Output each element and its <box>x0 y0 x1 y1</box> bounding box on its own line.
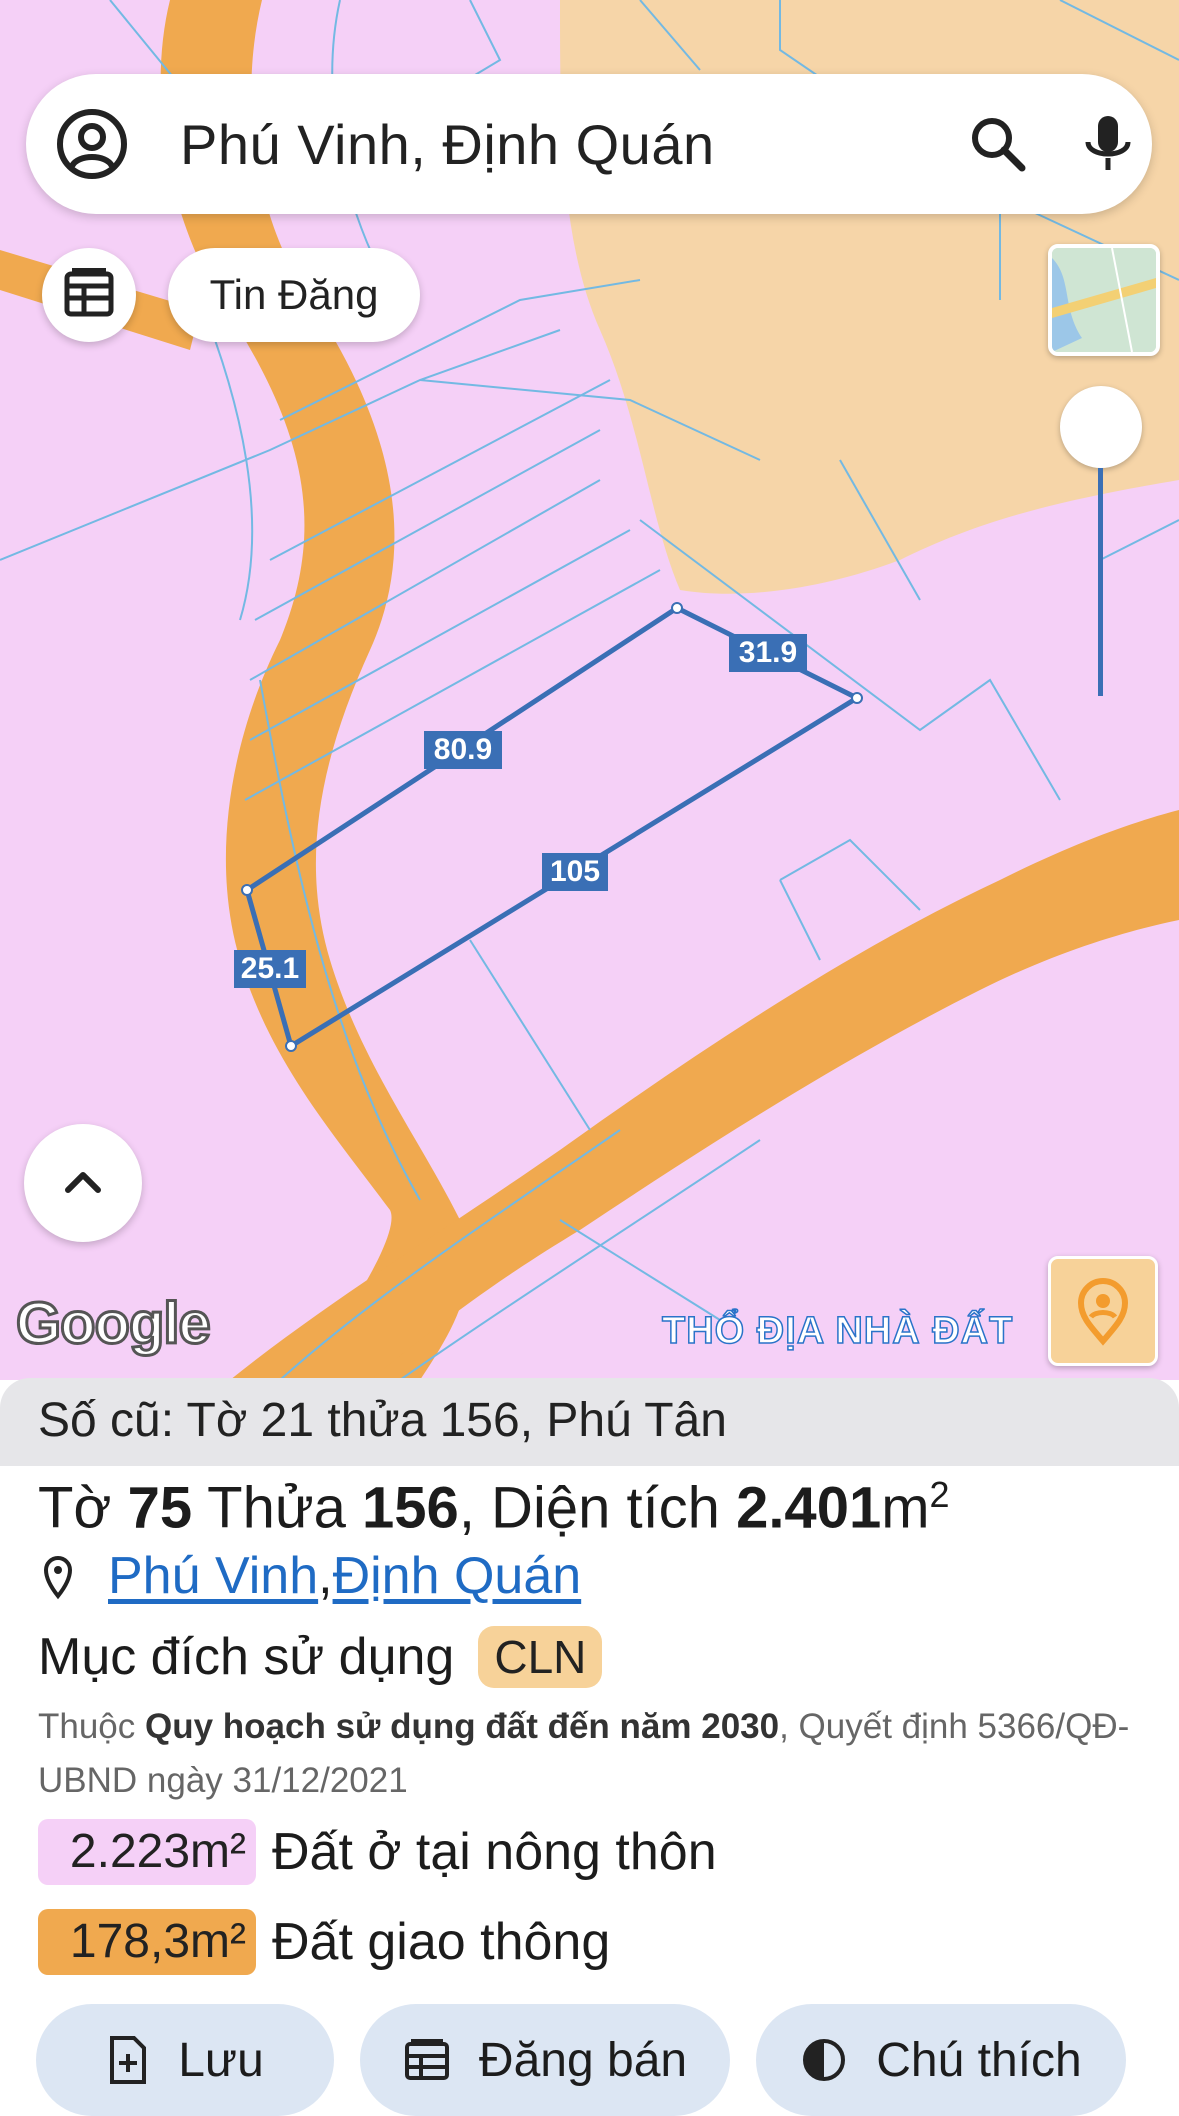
legend-button[interactable]: Chú thích <box>756 2004 1126 2116</box>
land-use-area: 178,3m² <box>38 1909 256 1975</box>
land-use-area: 2.223m² <box>38 1819 256 1885</box>
parcel-title: Tờ 75 Thửa 156, Diện tích 2.401m2 <box>38 1474 950 1541</box>
account-icon[interactable] <box>56 108 128 180</box>
land-use-row: 2.223m² Đất ở tại nông thôn <box>38 1818 717 1886</box>
location-pin-icon <box>1077 1278 1129 1346</box>
district-link[interactable]: Định Quán <box>333 1546 582 1606</box>
edge-label-25-1: 25.1 <box>234 950 306 988</box>
map-view[interactable]: 80.9 31.9 105 25.1 Phú Vinh, Định Quán T… <box>0 0 1179 1380</box>
legend-label: Chú thích <box>876 2033 1082 2087</box>
land-use-label: Đất ở tại nông thôn <box>272 1823 717 1881</box>
my-location-button[interactable] <box>1048 1256 1158 1366</box>
planning-prefix: Thuộc <box>38 1707 145 1746</box>
usage-code-badge: CLN <box>478 1626 603 1688</box>
google-logo: Google <box>15 1290 213 1358</box>
search-query[interactable]: Phú Vinh, Định Quán <box>180 112 715 177</box>
contrast-icon <box>803 2039 846 2081</box>
search-bar[interactable]: Phú Vinh, Định Quán <box>26 74 1152 214</box>
search-icon[interactable] <box>966 112 1030 176</box>
parcel-location: Phú Vinh, Định Quán <box>38 1546 581 1606</box>
land-use-label: Đất giao thông <box>272 1913 611 1971</box>
map-layer-thumbnail[interactable] <box>1048 244 1160 356</box>
add-file-icon <box>110 2036 147 2084</box>
watermark: THỔ ĐỊA NHÀ ĐẤT <box>661 1309 1014 1353</box>
listing-view-button[interactable] <box>42 248 136 342</box>
save-button[interactable]: Lưu <box>36 2004 334 2116</box>
opacity-slider-handle[interactable] <box>1060 386 1142 468</box>
tin-dang-chip[interactable]: Tin Đăng <box>168 248 420 342</box>
location-separator: , <box>318 1547 333 1605</box>
area-unit: m <box>881 1475 930 1541</box>
area-value: 2.401 <box>736 1475 882 1541</box>
land-use-row: 178,3m² Đất giao thông <box>38 1908 610 1976</box>
satellite-layer-icon <box>1052 248 1156 352</box>
edge-label-80-9: 80.9 <box>424 731 502 769</box>
location-pin-icon <box>43 1556 73 1600</box>
thua-number: 156 <box>362 1475 459 1541</box>
old-parcel-number: Số cũ: Tờ 21 thửa 156, Phú Tân <box>0 1378 1179 1466</box>
post-for-sale-button[interactable]: Đăng bán <box>360 2004 730 2116</box>
listing-icon <box>64 268 114 317</box>
post-for-sale-label: Đăng bán <box>478 2033 688 2087</box>
planning-name: Quy hoạch sử dụng đất đến năm 2030 <box>145 1707 780 1746</box>
commune-link[interactable]: Phú Vinh <box>108 1546 318 1606</box>
opacity-slider-track[interactable] <box>1098 468 1103 696</box>
to-prefix: Tờ <box>38 1475 128 1541</box>
mic-icon[interactable] <box>1076 112 1140 176</box>
save-label: Lưu <box>178 2033 264 2087</box>
chevron-up-icon <box>65 1172 101 1193</box>
usage-label: Mục đích sử dụng <box>38 1628 455 1686</box>
edge-label-31-9: 31.9 <box>729 634 807 672</box>
usage-purpose: Mục đích sử dụng CLN <box>38 1626 603 1688</box>
action-bar: Lưu Đăng bán Chú thích <box>0 2004 1179 2116</box>
edge-label-105: 105 <box>542 853 608 891</box>
listing-icon <box>404 2039 449 2080</box>
area-prefix: , Diện tích <box>458 1475 737 1541</box>
area-sup: 2 <box>929 1474 950 1515</box>
thua-prefix: Thửa <box>192 1475 363 1541</box>
to-number: 75 <box>127 1475 193 1541</box>
planning-info: Thuộc Quy hoạch sử dụng đất đến năm 2030… <box>38 1700 1148 1808</box>
expand-panel-button[interactable] <box>24 1124 142 1242</box>
